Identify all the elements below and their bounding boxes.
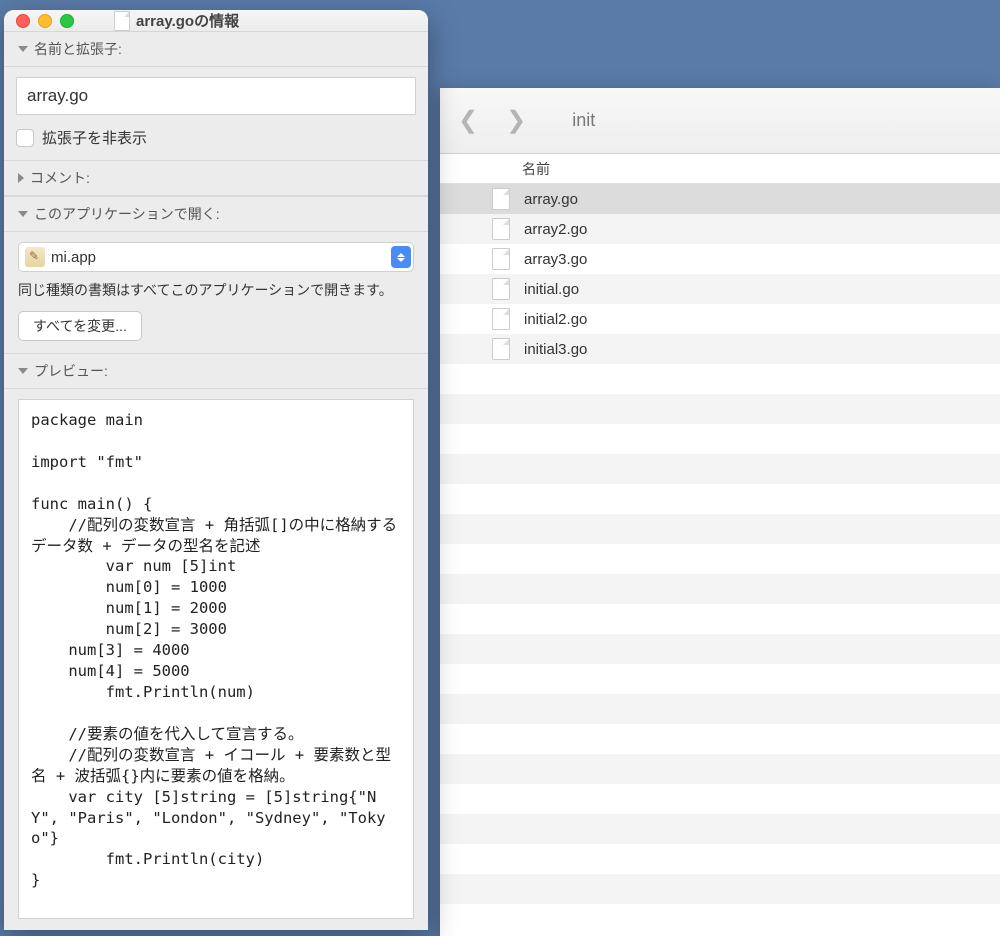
file-icon: [492, 308, 510, 330]
file-icon: [492, 218, 510, 240]
file-icon: [114, 11, 130, 31]
section-open-with-label: このアプリケーションで開く:: [34, 204, 220, 224]
titlebar[interactable]: array.goの情報: [4, 10, 428, 32]
file-row-empty: [440, 784, 1000, 814]
section-open-with-header[interactable]: このアプリケーションで開く:: [4, 196, 428, 232]
title-content: array.goの情報: [114, 10, 239, 31]
open-with-help: 同じ種類の書類はすべてこのアプリケーションで開きます。: [18, 280, 414, 301]
file-row-empty: [440, 544, 1000, 574]
file-row-empty: [440, 574, 1000, 604]
section-preview-body: package main import "fmt" func main() { …: [4, 389, 428, 930]
file-icon: [492, 248, 510, 270]
hide-extension-row: 拡張子を非表示: [16, 127, 416, 148]
open-with-value: mi.app: [51, 249, 391, 266]
file-row-empty: [440, 394, 1000, 424]
file-row-empty: [440, 754, 1000, 784]
folder-title: init: [572, 110, 595, 131]
file-row-empty: [440, 664, 1000, 694]
file-icon: [492, 278, 510, 300]
file-row[interactable]: array3.go: [440, 244, 1000, 274]
file-row[interactable]: initial3.go: [440, 334, 1000, 364]
chevron-down-icon: [18, 211, 28, 217]
file-name: initial.go: [524, 281, 579, 298]
app-icon: [25, 247, 45, 267]
filename-input[interactable]: [16, 77, 416, 115]
window-title: array.goの情報: [136, 10, 239, 31]
section-name-ext-header[interactable]: 名前と拡張子:: [4, 32, 428, 67]
close-button[interactable]: [16, 14, 30, 28]
updown-icon: [391, 246, 411, 268]
file-row[interactable]: array.go: [440, 184, 1000, 214]
file-row-empty: [440, 844, 1000, 874]
file-name: array2.go: [524, 221, 587, 238]
file-row[interactable]: initial2.go: [440, 304, 1000, 334]
section-open-with-body: mi.app 同じ種類の書類はすべてこのアプリケーションで開きます。 すべてを変…: [4, 232, 428, 353]
file-row[interactable]: initial.go: [440, 274, 1000, 304]
file-row-empty: [440, 424, 1000, 454]
file-row-empty: [440, 604, 1000, 634]
traffic-lights: [16, 14, 74, 28]
file-row-empty: [440, 724, 1000, 754]
file-row-empty: [440, 454, 1000, 484]
chevron-down-icon: [18, 368, 28, 374]
column-header-name[interactable]: 名前: [440, 154, 1000, 184]
nav-back-button[interactable]: ❮: [458, 106, 478, 135]
preview-content: package main import "fmt" func main() { …: [18, 399, 414, 919]
chevron-right-icon: [18, 173, 24, 183]
change-all-button[interactable]: すべてを変更...: [18, 311, 142, 341]
file-icon: [492, 188, 510, 210]
hide-extension-label: 拡張子を非表示: [42, 127, 147, 148]
file-row[interactable]: array2.go: [440, 214, 1000, 244]
minimize-button[interactable]: [38, 14, 52, 28]
section-preview-label: プレビュー:: [34, 361, 108, 381]
section-comment-header[interactable]: コメント:: [4, 160, 428, 196]
finder-window: ❮ ❯ init 名前 array.go array2.go array3.go in…: [440, 88, 1000, 936]
maximize-button[interactable]: [60, 14, 74, 28]
file-name: array.go: [524, 191, 578, 208]
file-row-empty: [440, 514, 1000, 544]
file-row-empty: [440, 484, 1000, 514]
file-row-empty: [440, 364, 1000, 394]
file-row-empty: [440, 814, 1000, 844]
file-row-empty: [440, 874, 1000, 904]
section-name-ext-label: 名前と拡張子:: [34, 39, 122, 59]
hide-extension-checkbox[interactable]: [16, 129, 34, 147]
section-name-ext-body: 拡張子を非表示: [4, 67, 428, 160]
chevron-down-icon: [18, 46, 28, 52]
file-icon: [492, 338, 510, 360]
file-row-empty: [440, 694, 1000, 724]
file-list: array.go array2.go array3.go initial.go init…: [440, 184, 1000, 936]
finder-toolbar: ❮ ❯ init: [440, 88, 1000, 154]
file-name: initial2.go: [524, 311, 587, 328]
file-row-empty: [440, 634, 1000, 664]
nav-forward-button[interactable]: ❯: [506, 106, 526, 135]
open-with-select[interactable]: mi.app: [18, 242, 414, 272]
file-name: initial3.go: [524, 341, 587, 358]
section-comment-label: コメント:: [30, 168, 90, 188]
section-preview-header[interactable]: プレビュー:: [4, 353, 428, 389]
file-name: array3.go: [524, 251, 587, 268]
info-window: array.goの情報 名前と拡張子: 拡張子を非表示 コメント: このアプリケ…: [4, 10, 428, 930]
